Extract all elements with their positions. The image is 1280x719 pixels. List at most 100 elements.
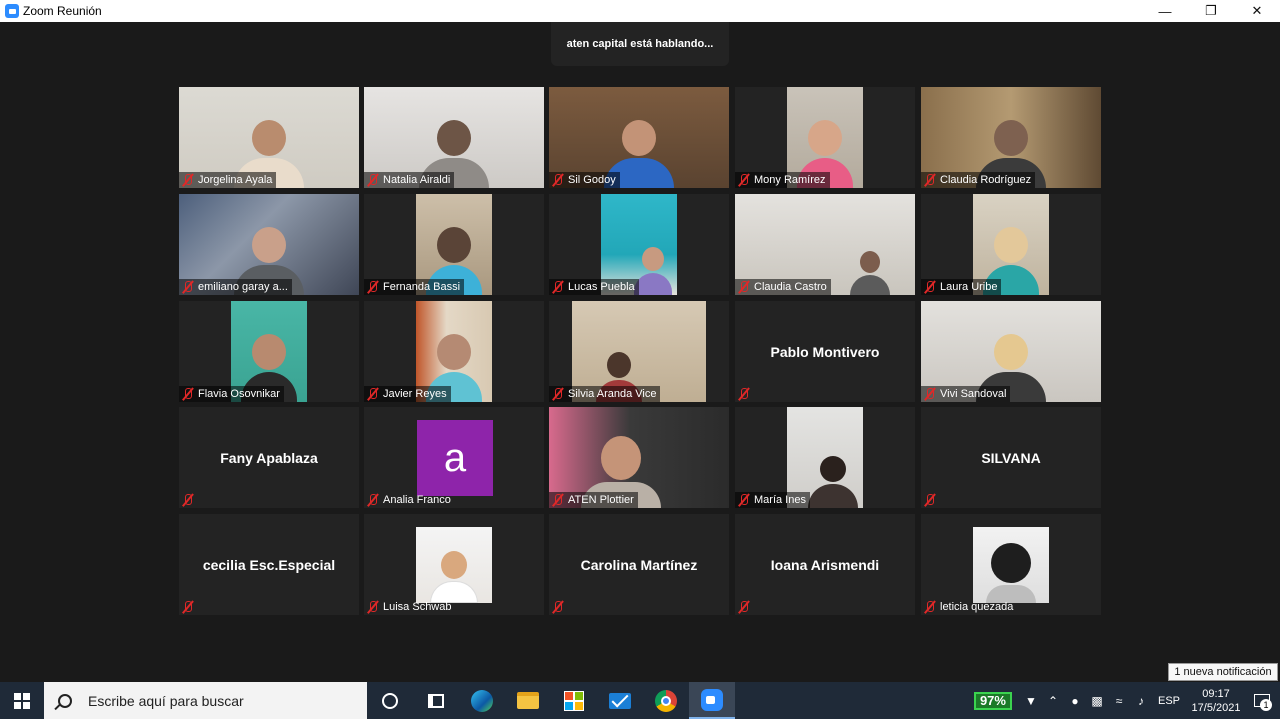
participant-nameplate — [549, 599, 569, 615]
participant-tile[interactable]: Vivi Sandoval — [921, 301, 1101, 402]
window-controls: — ❐ ✕ — [1142, 0, 1280, 22]
mic-off-icon — [366, 387, 380, 401]
participant-tile[interactable]: Fany Apablaza — [179, 407, 359, 508]
meeting-area: aten capital está hablando... Jorgelina … — [0, 22, 1280, 682]
participant-tile[interactable]: Sil Godoy — [549, 87, 729, 188]
participant-nameplate: María Ines — [735, 492, 810, 508]
start-button[interactable] — [0, 682, 44, 719]
cortana-button[interactable] — [367, 682, 413, 719]
participant-name: Mony Ramírez — [754, 174, 826, 186]
chevron-up-icon[interactable]: ⌃ — [1042, 682, 1064, 719]
participant-nameplate: Javier Reyes — [364, 386, 451, 402]
participant-tile[interactable]: Javier Reyes — [364, 301, 544, 402]
speaker-icon[interactable]: ♪ — [1130, 682, 1152, 719]
taskbar-search[interactable]: Escribe aquí para buscar — [44, 682, 367, 719]
mail-icon — [609, 692, 631, 709]
participant-photo — [973, 527, 1049, 603]
mic-off-icon — [181, 280, 195, 294]
participant-nameplate: Lucas Puebla — [549, 279, 639, 295]
participant-tile[interactable]: Silvia Aranda Vice — [549, 301, 729, 402]
participant-display-name: Pablo Montivero — [770, 343, 880, 360]
touch-keyboard-icon[interactable]: ▼ — [1020, 682, 1042, 719]
mic-off-icon — [181, 173, 195, 187]
participant-tile[interactable]: emiliano garay a... — [179, 194, 359, 295]
chrome-icon — [655, 689, 677, 712]
participant-tile[interactable]: cecilia Esc.Especial — [179, 514, 359, 615]
participant-nameplate: Jorgelina Ayala — [179, 172, 277, 188]
participant-tile[interactable]: Luisa Schwab — [364, 514, 544, 615]
participant-tile[interactable]: ATEN Plottier — [549, 407, 729, 508]
mic-off-icon — [551, 600, 565, 614]
participant-name: leticia quezada — [940, 601, 1014, 613]
participant-nameplate — [179, 492, 199, 508]
minimize-button[interactable]: — — [1142, 0, 1188, 22]
search-placeholder: Escribe aquí para buscar — [88, 692, 244, 709]
mic-off-icon — [181, 387, 195, 401]
close-button[interactable]: ✕ — [1234, 0, 1280, 22]
participant-display-name: cecilia Esc.Especial — [202, 556, 336, 573]
participant-nameplate: Laura Uribe — [921, 279, 1002, 295]
input-language[interactable]: ESP — [1158, 695, 1180, 707]
participant-nameplate: Silvia Aranda Vice — [549, 386, 661, 402]
participant-name: Claudia Rodríguez — [940, 174, 1032, 186]
participant-name: Javier Reyes — [383, 388, 447, 400]
participant-tile[interactable]: SILVANA — [921, 407, 1101, 508]
file-explorer-button[interactable] — [505, 682, 551, 719]
mic-off-icon — [923, 387, 937, 401]
mic-off-icon — [551, 493, 565, 507]
participant-tile[interactable]: Jorgelina Ayala — [179, 87, 359, 188]
participant-tile[interactable]: Mony Ramírez — [735, 87, 915, 188]
task-view-button[interactable] — [413, 682, 459, 719]
power-plug-icon[interactable]: ▩ — [1086, 682, 1108, 719]
participant-tile[interactable]: Carolina Martínez — [549, 514, 729, 615]
participant-tile[interactable]: Flavia Osovnikar — [179, 301, 359, 402]
notification-tooltip: 1 nueva notificación — [1168, 663, 1278, 681]
participant-nameplate — [735, 599, 755, 615]
microphone-icon[interactable]: ● — [1064, 682, 1086, 719]
participant-tile[interactable]: Claudia Castro — [735, 194, 915, 295]
participant-nameplate: Claudia Castro — [735, 279, 831, 295]
edge-button[interactable] — [459, 682, 505, 719]
zoom-taskbar-button[interactable] — [689, 682, 735, 719]
taskbar-clock[interactable]: 09:17 17/5/2021 — [1188, 687, 1244, 715]
participant-tile[interactable]: Pablo Montivero — [735, 301, 915, 402]
restore-button[interactable]: ❐ — [1188, 0, 1234, 22]
system-tray: 97% ▼ ⌃ ● ▩ ≈ ♪ ESP 09:17 17/5/2021 1 — [973, 682, 1280, 719]
participant-name: Silvia Aranda Vice — [568, 388, 657, 400]
participant-tile[interactable]: leticia quezada — [921, 514, 1101, 615]
mic-off-icon — [181, 493, 195, 507]
participant-tile[interactable]: Laura Uribe — [921, 194, 1101, 295]
participant-name: ATEN Plottier — [568, 494, 634, 506]
notification-count: 1 — [1260, 699, 1272, 711]
participant-nameplate — [921, 492, 941, 508]
participant-tile[interactable]: Natalia Airaldi — [364, 87, 544, 188]
participant-tile[interactable]: Ioana Arismendi — [735, 514, 915, 615]
participant-display-name: SILVANA — [981, 449, 1041, 466]
participant-tile[interactable]: Fernanda Bassi — [364, 194, 544, 295]
folder-icon — [517, 692, 539, 709]
wifi-icon[interactable]: ≈ — [1108, 682, 1130, 719]
action-center-button[interactable]: 1 — [1244, 682, 1280, 719]
mic-off-icon — [181, 600, 195, 614]
chrome-button[interactable] — [643, 682, 689, 719]
windows-logo-icon — [14, 692, 30, 709]
participant-name: Analia Franco — [383, 494, 451, 506]
participant-tile[interactable]: María Ines — [735, 407, 915, 508]
participant-name: Claudia Castro — [754, 281, 827, 293]
battery-indicator[interactable]: 97% — [973, 691, 1012, 710]
zoom-app-icon — [5, 4, 19, 18]
store-button[interactable] — [551, 682, 597, 719]
participant-nameplate: Vivi Sandoval — [921, 386, 1011, 402]
participant-nameplate — [179, 599, 199, 615]
participant-nameplate: ATEN Plottier — [549, 492, 638, 508]
participant-tile[interactable]: Claudia Rodríguez — [921, 87, 1101, 188]
clock-date: 17/5/2021 — [1191, 701, 1241, 714]
edge-icon — [471, 689, 493, 712]
participant-tile[interactable]: a Analia Franco — [364, 407, 544, 508]
mail-button[interactable] — [597, 682, 643, 719]
participant-tile[interactable]: Lucas Puebla — [549, 194, 729, 295]
participant-name: emiliano garay a... — [198, 281, 288, 293]
mic-off-icon — [737, 387, 751, 401]
participant-name: Flavia Osovnikar — [198, 388, 280, 400]
participant-name: Luisa Schwab — [383, 601, 452, 613]
